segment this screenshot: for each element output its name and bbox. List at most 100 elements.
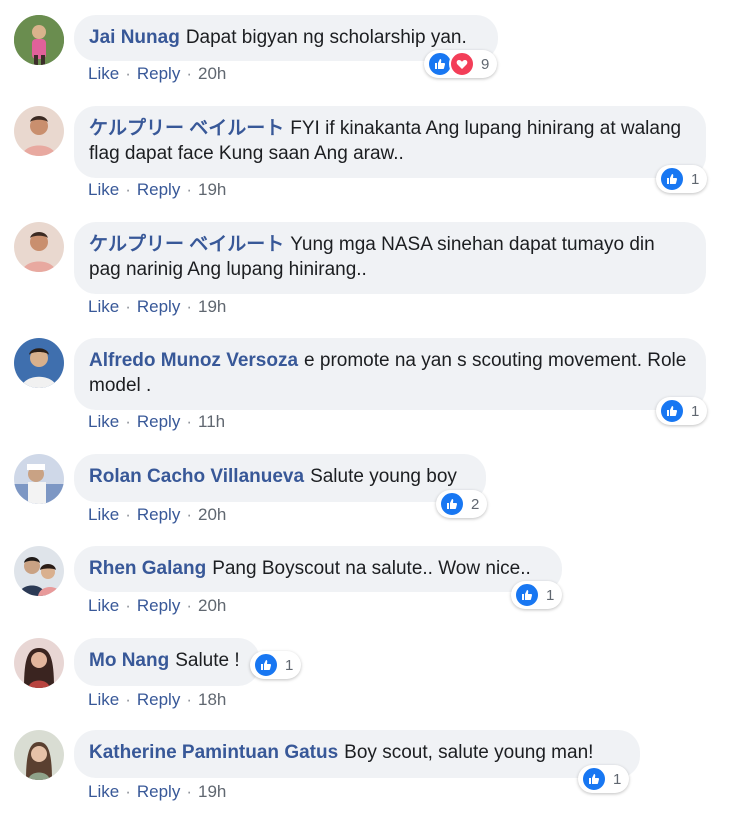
avatar-image — [14, 454, 64, 504]
comment-text: Salute young boy — [310, 466, 457, 487]
avatar[interactable] — [14, 338, 64, 388]
avatar-image — [14, 638, 64, 688]
reaction-count: 1 — [546, 586, 555, 604]
reply-link[interactable]: Reply — [137, 690, 180, 710]
like-icon — [439, 491, 465, 517]
avatar[interactable] — [14, 106, 64, 156]
comment-author[interactable]: Alfredo Munoz Versoza — [89, 350, 298, 371]
separator: · — [125, 64, 131, 83]
like-link[interactable]: Like — [88, 64, 119, 84]
comment-text: Pang Boyscout na salute.. Wow nice.. — [212, 558, 531, 579]
reaction-count: 9 — [481, 55, 490, 73]
reply-link[interactable]: Reply — [137, 297, 180, 317]
heart-icon — [449, 51, 475, 77]
reaction-count: 2 — [471, 495, 480, 513]
separator: · — [125, 782, 131, 801]
comment-text: Dapat bigyan ng scholarship yan. — [185, 27, 467, 48]
like-icon — [581, 766, 607, 792]
avatar-image — [14, 338, 64, 388]
comment-actions: Like · Reply · 11h — [88, 412, 225, 432]
reaction-count: 1 — [613, 770, 622, 788]
separator: · — [186, 596, 192, 615]
comment-author[interactable]: ケルプリー ベイルート — [89, 118, 284, 139]
comment-author[interactable]: Mo Nang — [89, 650, 169, 671]
reaction-summary[interactable]: 1 — [250, 651, 302, 679]
like-link[interactable]: Like — [88, 412, 119, 432]
comment-timestamp[interactable]: 20h — [198, 64, 226, 84]
avatar-image — [14, 222, 64, 272]
like-icon — [253, 652, 279, 678]
comment-text: Boy scout, salute young man! — [344, 742, 594, 763]
comment-timestamp[interactable]: 19h — [198, 297, 226, 317]
comment-author[interactable]: Jai Nunag — [89, 27, 180, 48]
reaction-summary[interactable]: 9 — [424, 50, 498, 78]
separator: · — [125, 297, 131, 316]
separator: · — [125, 412, 131, 431]
avatar[interactable] — [14, 546, 64, 596]
comment-actions: Like · Reply · 19h — [88, 180, 226, 200]
like-icon — [514, 582, 540, 608]
comment-actions: Like · Reply · 19h — [88, 782, 226, 802]
comment-timestamp[interactable]: 20h — [198, 505, 226, 525]
separator: · — [125, 505, 131, 524]
like-icon — [659, 398, 685, 424]
comment-actions: Like · Reply · 19h — [88, 297, 226, 317]
comment-author[interactable]: ケルプリー ベイルート — [89, 234, 284, 255]
comment-author[interactable]: Rolan Cacho Villanueva — [89, 466, 304, 487]
comment-author[interactable]: Rhen Galang — [89, 558, 206, 579]
avatar-image — [14, 15, 64, 65]
reaction-summary[interactable]: 1 — [578, 765, 630, 793]
comment-bubble: Rolan Cacho Villanueva Salute young boy — [74, 454, 486, 502]
avatar[interactable] — [14, 222, 64, 272]
comment-author[interactable]: Katherine Pamintuan Gatus — [89, 742, 338, 763]
comment-bubble: Mo Nang Salute ! — [74, 638, 260, 686]
reaction-summary[interactable]: 1 — [656, 397, 708, 425]
like-link[interactable]: Like — [88, 180, 119, 200]
comment-actions: Like · Reply · 20h — [88, 596, 226, 616]
like-link[interactable]: Like — [88, 297, 119, 317]
comment-bubble: Alfredo Munoz Versoza e promote na yan s … — [74, 338, 706, 410]
separator: · — [125, 596, 131, 615]
separator: · — [186, 297, 192, 316]
comment-actions: Like · Reply · 20h — [88, 64, 226, 84]
reaction-count: 1 — [285, 656, 294, 674]
like-link[interactable]: Like — [88, 690, 119, 710]
separator: · — [186, 505, 192, 524]
comment-actions: Like · Reply · 18h — [88, 690, 226, 710]
reaction-summary[interactable]: 2 — [436, 490, 488, 518]
reply-link[interactable]: Reply — [137, 782, 180, 802]
comment-timestamp[interactable]: 19h — [198, 782, 226, 802]
reaction-summary[interactable]: 1 — [511, 581, 563, 609]
reaction-summary[interactable]: 1 — [656, 165, 708, 193]
avatar[interactable] — [14, 638, 64, 688]
avatar-image — [14, 730, 64, 780]
reply-link[interactable]: Reply — [137, 180, 180, 200]
separator: · — [186, 690, 192, 709]
comment-actions: Like · Reply · 20h — [88, 505, 226, 525]
like-link[interactable]: Like — [88, 596, 119, 616]
separator: · — [186, 64, 192, 83]
comment-bubble: ケルプリー ベイルート Yung mga NASA sinehan dapat t… — [74, 222, 706, 294]
reaction-count: 1 — [691, 402, 700, 420]
avatar-image — [14, 546, 64, 596]
avatar-image — [14, 106, 64, 156]
reply-link[interactable]: Reply — [137, 505, 180, 525]
reply-link[interactable]: Reply — [137, 64, 180, 84]
comment-bubble: Rhen Galang Pang Boyscout na salute.. Wow… — [74, 546, 562, 592]
avatar[interactable] — [14, 15, 64, 65]
separator: · — [125, 180, 131, 199]
avatar[interactable] — [14, 454, 64, 504]
like-link[interactable]: Like — [88, 505, 119, 525]
comment-timestamp[interactable]: 20h — [198, 596, 226, 616]
reply-link[interactable]: Reply — [137, 596, 180, 616]
comment-timestamp[interactable]: 19h — [198, 180, 226, 200]
comment-bubble: Katherine Pamintuan Gatus Boy scout, salu… — [74, 730, 640, 778]
comment-text: Salute ! — [175, 650, 240, 671]
reply-link[interactable]: Reply — [137, 412, 180, 432]
comment-timestamp[interactable]: 18h — [198, 690, 226, 710]
avatar[interactable] — [14, 730, 64, 780]
like-link[interactable]: Like — [88, 782, 119, 802]
comment-bubble: ケルプリー ベイルート FYI if kinakanta Ang lupang h… — [74, 106, 706, 178]
comment-timestamp[interactable]: 11h — [198, 412, 225, 432]
separator: · — [186, 782, 192, 801]
